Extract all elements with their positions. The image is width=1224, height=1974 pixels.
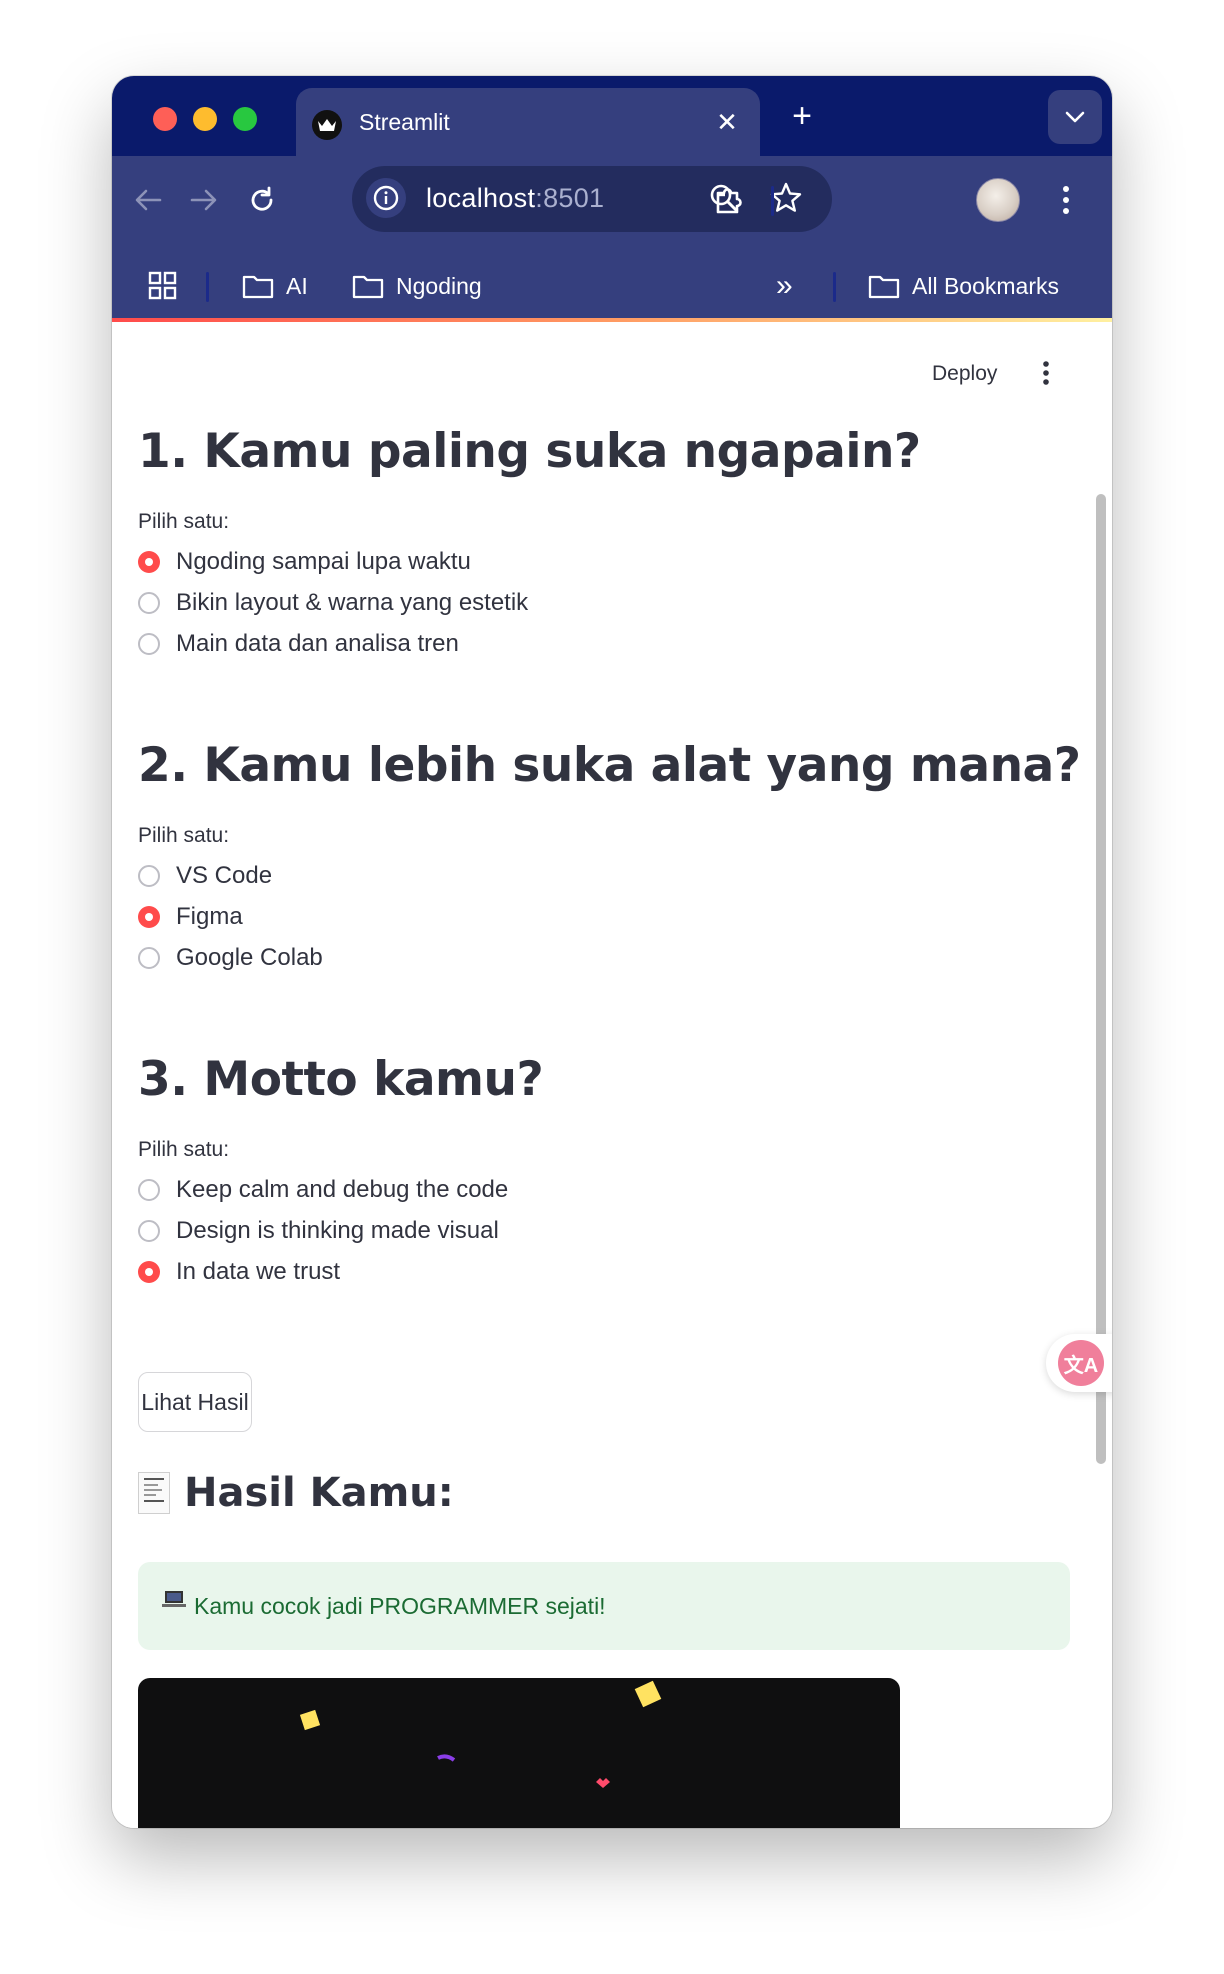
radio-unselected-icon bbox=[138, 592, 160, 614]
radio-label: Bikin layout & warna yang estetik bbox=[176, 589, 529, 616]
url-port: :8501 bbox=[535, 183, 605, 213]
radio-selected-icon bbox=[138, 906, 160, 928]
radio-unselected-icon bbox=[138, 947, 160, 969]
bookmark-folder-ai[interactable]: AI bbox=[242, 270, 308, 302]
folder-icon bbox=[352, 275, 384, 299]
question-2-title: 2. Kamu lebih suka alat yang mana? bbox=[138, 738, 1081, 793]
site-info-icon[interactable] bbox=[366, 178, 406, 218]
toolbar-separator bbox=[771, 186, 774, 216]
confetti-piece bbox=[634, 1680, 662, 1708]
url-text: localhost:8501 bbox=[426, 183, 604, 214]
question-1-prompt: Pilih satu: bbox=[138, 510, 230, 533]
lihat-hasil-button[interactable]: Lihat Hasil bbox=[138, 1372, 252, 1432]
translate-widget[interactable]: 文A bbox=[1046, 1334, 1112, 1392]
streamlit-favicon-icon bbox=[312, 110, 342, 140]
browser-toolbar: localhost:8501 AI Ngoding » All Bookmark… bbox=[112, 156, 1112, 318]
radio-selected-icon bbox=[138, 1261, 160, 1283]
browser-tab[interactable]: Streamlit ✕ bbox=[296, 88, 760, 156]
folder-icon bbox=[868, 275, 900, 299]
radio-selected-icon bbox=[138, 551, 160, 573]
question-1-title: 1. Kamu paling suka ngapain? bbox=[138, 424, 921, 479]
confetti-piece bbox=[596, 1778, 610, 1788]
profile-avatar[interactable] bbox=[976, 178, 1020, 222]
radio-option[interactable]: Figma bbox=[138, 902, 243, 932]
kebab-menu-icon bbox=[1063, 186, 1069, 214]
tab-bar: Streamlit ✕ + bbox=[112, 76, 1112, 156]
folder-icon bbox=[242, 275, 274, 299]
radio-unselected-icon bbox=[138, 1220, 160, 1242]
bookmark-label: All Bookmarks bbox=[912, 272, 1059, 299]
bookmark-label: AI bbox=[286, 272, 308, 299]
radio-option[interactable]: Main data dan analisa tren bbox=[138, 629, 459, 659]
address-bar[interactable]: localhost:8501 bbox=[352, 166, 832, 232]
radio-label: Figma bbox=[176, 903, 243, 930]
tab-title: Streamlit bbox=[359, 109, 450, 135]
radio-option[interactable]: Design is thinking made visual bbox=[138, 1216, 499, 1246]
chevron-down-icon bbox=[1065, 111, 1085, 123]
confetti-animation bbox=[138, 1678, 900, 1828]
bookmarks-overflow-button[interactable]: » bbox=[776, 269, 793, 302]
extensions-button[interactable] bbox=[706, 178, 750, 222]
radio-option[interactable]: In data we trust bbox=[138, 1257, 340, 1287]
bookmark-folder-ngoding[interactable]: Ngoding bbox=[352, 270, 482, 302]
extensions-icon bbox=[716, 188, 742, 214]
radio-option[interactable]: Google Colab bbox=[138, 943, 323, 973]
back-arrow-icon bbox=[135, 189, 162, 211]
question-2-prompt: Pilih satu: bbox=[138, 824, 230, 847]
radio-label: Google Colab bbox=[176, 944, 323, 971]
forward-button[interactable] bbox=[182, 178, 226, 222]
radio-label: Keep calm and debug the code bbox=[176, 1176, 509, 1203]
radio-unselected-icon bbox=[138, 633, 160, 655]
close-window-button[interactable] bbox=[153, 107, 177, 131]
radio-option[interactable]: VS Code bbox=[138, 861, 272, 891]
apps-grid-icon bbox=[148, 271, 177, 300]
question-3-prompt: Pilih satu: bbox=[138, 1138, 230, 1161]
reload-icon bbox=[251, 186, 273, 211]
app-content: Deploy 1. Kamu paling suka ngapain? Pili… bbox=[112, 322, 1112, 1828]
radio-label: VS Code bbox=[176, 862, 273, 889]
radio-option[interactable]: Keep calm and debug the code bbox=[138, 1175, 508, 1205]
bookmark-separator bbox=[206, 272, 209, 302]
forward-arrow-icon bbox=[190, 189, 217, 211]
confetti-piece bbox=[299, 1709, 321, 1731]
result-heading-text: Hasil Kamu: bbox=[184, 1470, 454, 1516]
back-button[interactable] bbox=[126, 178, 170, 222]
reload-button[interactable] bbox=[240, 178, 284, 222]
app-menu-button[interactable] bbox=[1042, 360, 1050, 391]
success-alert: Kamu cocok jadi PROGRAMMER sejati! bbox=[138, 1562, 1070, 1650]
radio-option[interactable]: Bikin layout & warna yang estetik bbox=[138, 588, 528, 618]
radio-label: Design is thinking made visual bbox=[176, 1217, 499, 1244]
tab-close-icon[interactable]: ✕ bbox=[712, 102, 742, 142]
confetti-piece bbox=[437, 1754, 456, 1762]
result-heading: Hasil Kamu: bbox=[138, 1470, 454, 1516]
radio-label: Main data dan analisa tren bbox=[176, 630, 459, 657]
tab-search-button[interactable] bbox=[1048, 90, 1102, 144]
kebab-menu-icon bbox=[1043, 361, 1049, 385]
browser-menu-button[interactable] bbox=[1044, 178, 1088, 222]
deploy-button[interactable]: Deploy bbox=[932, 362, 997, 386]
all-bookmarks-button[interactable]: All Bookmarks bbox=[868, 270, 1059, 302]
radio-option[interactable]: Ngoding sampai lupa waktu bbox=[138, 547, 471, 577]
maximize-window-button[interactable] bbox=[233, 107, 257, 131]
receipt-icon bbox=[138, 1472, 170, 1514]
radio-unselected-icon bbox=[138, 865, 160, 887]
radio-label: In data we trust bbox=[176, 1258, 341, 1285]
bookmark-separator bbox=[833, 272, 836, 302]
scrollbar[interactable] bbox=[1096, 494, 1106, 1464]
bookmark-label: Ngoding bbox=[396, 272, 482, 299]
browser-window: Streamlit ✕ + localhost:8501 AI Ngoding … bbox=[112, 76, 1112, 1828]
apps-button[interactable] bbox=[148, 270, 178, 302]
question-3-title: 3. Motto kamu? bbox=[138, 1052, 544, 1107]
new-tab-button[interactable]: + bbox=[782, 96, 822, 136]
radio-unselected-icon bbox=[138, 1179, 160, 1201]
minimize-window-button[interactable] bbox=[193, 107, 217, 131]
success-message: Kamu cocok jadi PROGRAMMER sejati! bbox=[194, 1592, 606, 1619]
radio-label: Ngoding sampai lupa waktu bbox=[176, 548, 471, 575]
url-host: localhost bbox=[426, 183, 536, 213]
laptop-icon bbox=[162, 1591, 186, 1607]
translate-icon: 文A bbox=[1058, 1340, 1104, 1386]
